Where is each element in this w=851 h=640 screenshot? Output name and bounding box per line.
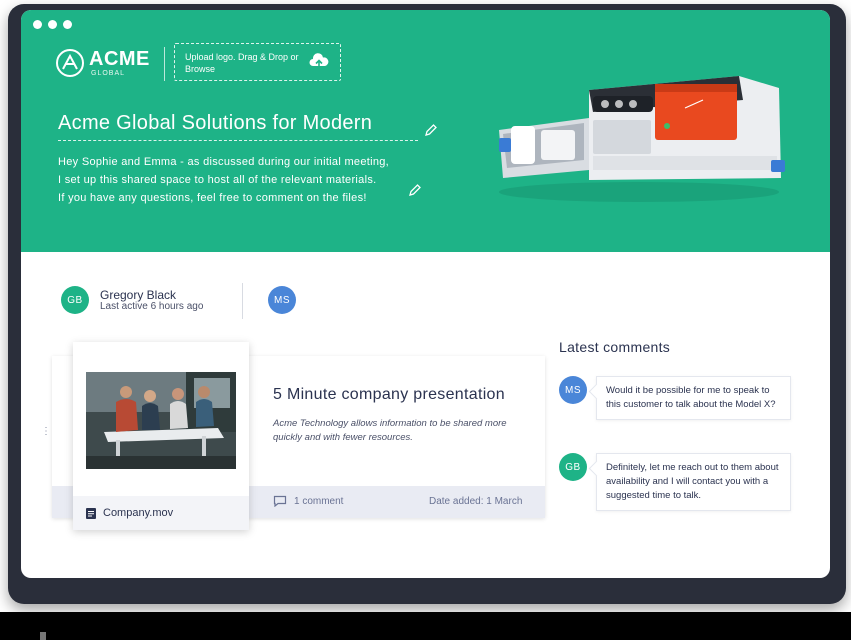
date-added: Date added: 1 March	[429, 496, 523, 507]
cloud-upload-icon	[309, 53, 329, 68]
video-thumbnail-image[interactable]	[86, 372, 236, 469]
description-line: Hey Sophie and Emma - as discussed durin…	[58, 156, 390, 168]
avatar-initials: GB	[67, 294, 83, 306]
page: ACME GLOBAL Upload logo. Drag & Drop or …	[0, 0, 851, 640]
avatar-initials: MS	[565, 384, 581, 396]
people-divider	[242, 283, 243, 319]
avatar[interactable]: MS	[559, 376, 587, 404]
logo-word: ACME	[89, 48, 150, 70]
title-edit-underline	[58, 140, 418, 141]
window-dot-minimize[interactable]	[48, 20, 57, 29]
bottom-band	[0, 612, 851, 640]
app-window: ACME GLOBAL Upload logo. Drag & Drop or …	[21, 10, 830, 578]
pencil-icon[interactable]	[408, 183, 422, 197]
pencil-icon[interactable]	[424, 123, 438, 137]
scroll-indicator	[40, 632, 46, 640]
description-line: If you have any questions, feel free to …	[58, 192, 367, 204]
avatar[interactable]: MS	[268, 286, 296, 314]
avatar[interactable]: GB	[559, 453, 587, 481]
window-dot-maximize[interactable]	[63, 20, 72, 29]
infusion-pump-image	[499, 76, 785, 202]
file-preview-card[interactable]: Company.mov	[73, 342, 249, 530]
comment-count[interactable]: 1 comment	[294, 496, 343, 507]
logo-mark-icon	[56, 49, 84, 77]
page-title[interactable]: Acme Global Solutions for Modern	[58, 112, 372, 135]
logo-upload-dropzone[interactable]: Upload logo. Drag & Drop or Browse	[174, 43, 341, 81]
page-description[interactable]: Hey Sophie and Emma - as discussed durin…	[58, 153, 438, 207]
file-title[interactable]: 5 Minute company presentation	[273, 386, 505, 404]
avatar-initials: GB	[565, 461, 581, 473]
drag-handle-icon[interactable]: ⋮	[41, 427, 51, 437]
logo-subtitle: GLOBAL	[91, 70, 126, 77]
logo-divider	[164, 47, 165, 81]
comment-text: Would it be possible for me to speak to …	[606, 385, 776, 410]
window-controls	[33, 20, 72, 29]
avatar-initials: MS	[274, 294, 290, 306]
document-icon	[86, 508, 96, 519]
file-description: Acme Technology allows information to be…	[273, 418, 507, 443]
hero-banner: ACME GLOBAL Upload logo. Drag & Drop or …	[21, 10, 830, 252]
upload-text: Upload logo. Drag & Drop or Browse	[185, 52, 299, 74]
description-line: I set up this shared space to host all o…	[58, 174, 377, 186]
latest-comments-heading: Latest comments	[559, 339, 671, 355]
window-dot-close[interactable]	[33, 20, 42, 29]
person-name: Gregory Black	[100, 288, 177, 302]
file-preview-footer: Company.mov	[73, 496, 249, 530]
comment-text: Definitely, let me reach out to them abo…	[606, 462, 779, 501]
file-name[interactable]: Company.mov	[103, 507, 173, 519]
avatar[interactable]: GB	[61, 286, 89, 314]
speech-bubble-icon[interactable]	[273, 495, 287, 507]
comment-bubble: Would it be possible for me to speak to …	[596, 376, 791, 420]
company-logo: ACME GLOBAL	[55, 48, 151, 80]
comment-bubble: Definitely, let me reach out to them abo…	[596, 453, 791, 511]
person-status: Last active 6 hours ago	[100, 301, 204, 312]
